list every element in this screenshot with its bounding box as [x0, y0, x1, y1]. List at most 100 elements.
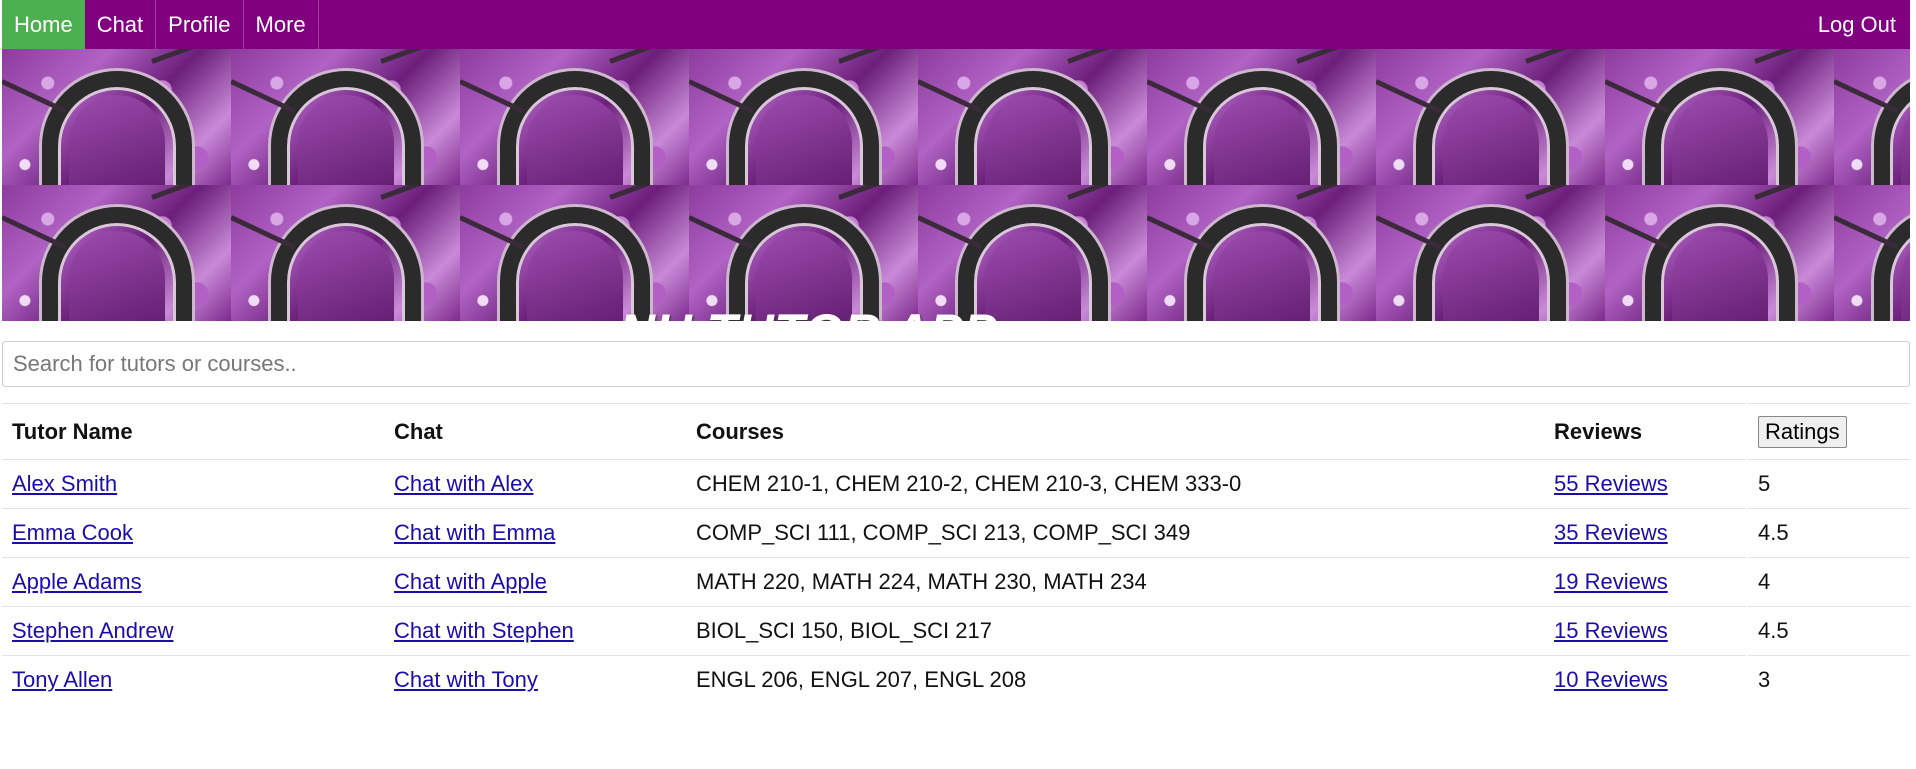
table-cell: Chat with Emma [384, 508, 686, 558]
table-cell: Chat with Apple [384, 557, 686, 607]
reviews-link[interactable]: 15 Reviews [1554, 618, 1668, 643]
table-cell: Emma Cook [2, 508, 384, 558]
tree-branch [1834, 79, 1899, 114]
tree-branch [1296, 49, 1374, 64]
chat-link[interactable]: Chat with Emma [394, 520, 555, 545]
table-cell: 4 [1746, 557, 1910, 607]
chat-link[interactable]: Chat with Stephen [394, 618, 574, 643]
tree-branch [1376, 79, 1441, 114]
tree-branch [1834, 215, 1899, 250]
table-cell: 5 [1746, 459, 1910, 509]
tree-branch [1067, 185, 1145, 200]
courses-text: BIOL_SCI 150, BIOL_SCI 217 [696, 618, 992, 643]
tutor-name-link[interactable]: Stephen Andrew [12, 618, 173, 643]
tree-branch [689, 79, 754, 114]
chat-link[interactable]: Chat with Alex [394, 471, 533, 496]
tree-branch [2, 215, 67, 250]
banner-tile [460, 49, 689, 185]
gate-arch-icon [499, 71, 650, 185]
banner-tile [460, 185, 689, 321]
tutor-name-link[interactable]: Emma Cook [12, 520, 133, 545]
rating-value: 4 [1758, 569, 1771, 594]
banner-tile [918, 185, 1147, 321]
nav-more[interactable]: More [244, 0, 319, 49]
table-cell: 10 Reviews [1544, 655, 1747, 705]
table-cell: 4.5 [1746, 508, 1910, 558]
tree-branch [1147, 215, 1212, 250]
tree-branch [609, 49, 687, 64]
tree-branch [838, 49, 916, 64]
tree-branch [838, 185, 916, 200]
table-cell: Apple Adams [2, 557, 384, 607]
header-reviews: Reviews [1544, 403, 1747, 460]
banner-tile [918, 49, 1147, 185]
nav-logout[interactable]: Log Out [1806, 0, 1910, 49]
courses-text: COMP_SCI 111, COMP_SCI 213, COMP_SCI 349 [696, 520, 1191, 545]
table-cell: 4.5 [1746, 606, 1910, 656]
tree-branch [1754, 49, 1832, 64]
banner-tile [231, 185, 460, 321]
reviews-link[interactable]: 10 Reviews [1554, 667, 1668, 692]
chat-link[interactable]: Chat with Tony [394, 667, 538, 692]
rating-value: 5 [1758, 471, 1771, 496]
gate-arch-icon [41, 71, 192, 185]
banner-tile [2, 49, 231, 185]
banner-tile-row [2, 185, 1910, 321]
nav-chat[interactable]: Chat [85, 0, 157, 49]
table-cell: Chat with Tony [384, 655, 686, 705]
courses-text: CHEM 210-1, CHEM 210-2, CHEM 210-3, CHEM… [696, 471, 1242, 496]
tree-branch [380, 49, 458, 64]
gate-arch-icon [1415, 207, 1566, 321]
table-cell: 55 Reviews [1544, 459, 1747, 509]
top-navbar: Home Chat Profile More Log Out [2, 0, 1910, 49]
tutor-table: Tutor Name Chat Courses Reviews Ratings … [2, 403, 1910, 705]
search-input[interactable] [2, 341, 1910, 387]
rating-value: 4.5 [1758, 520, 1789, 545]
reviews-link[interactable]: 35 Reviews [1554, 520, 1668, 545]
tutor-name-link[interactable]: Alex Smith [12, 471, 117, 496]
tree-branch [231, 79, 296, 114]
tree-branch [1147, 79, 1212, 114]
banner-tile [1376, 185, 1605, 321]
table-row: Apple Adams Chat with Apple MATH 220, MATH… [2, 557, 1910, 607]
banner-tile [1605, 185, 1834, 321]
gate-arch-icon [1186, 207, 1337, 321]
nav-home[interactable]: Home [2, 0, 85, 49]
gate-arch-icon [270, 207, 421, 321]
tree-branch [460, 79, 525, 114]
gate-arch-icon [1186, 71, 1337, 185]
gate-arch-icon [728, 71, 879, 185]
table-cell: Stephen Andrew [2, 606, 384, 656]
table-cell: CHEM 210-1, CHEM 210-2, CHEM 210-3, CHEM… [686, 459, 1544, 509]
tree-branch [609, 185, 687, 200]
ratings-sort-button[interactable]: Ratings [1758, 415, 1847, 448]
reviews-link[interactable]: 19 Reviews [1554, 569, 1668, 594]
table-cell: 19 Reviews [1544, 557, 1747, 607]
tree-branch [1525, 185, 1603, 200]
chat-link[interactable]: Chat with Apple [394, 569, 547, 594]
table-cell: BIOL_SCI 150, BIOL_SCI 217 [686, 606, 1544, 656]
gate-arch-icon [41, 207, 192, 321]
courses-text: ENGL 206, ENGL 207, ENGL 208 [696, 667, 1027, 693]
banner-tile [689, 49, 918, 185]
banner-tile [1834, 185, 1910, 321]
banner-tile [689, 185, 918, 321]
header-ratings: Ratings [1746, 403, 1910, 460]
banner-image: NU TUTOR APP [2, 49, 1910, 321]
reviews-link[interactable]: 55 Reviews [1554, 471, 1668, 496]
tree-branch [918, 79, 983, 114]
table-row: Emma Cook Chat with Emma COMP_SCI 111, COM… [2, 508, 1910, 558]
banner-tile [2, 185, 231, 321]
table-cell: Tony Allen [2, 655, 384, 705]
gate-arch-icon [1873, 71, 1910, 185]
tutor-name-link[interactable]: Tony Allen [12, 667, 112, 692]
table-header-row: Tutor Name Chat Courses Reviews Ratings [2, 403, 1910, 460]
table-cell: MATH 220, MATH 224, MATH 230, MATH 234 [686, 557, 1544, 607]
table-row: Stephen Andrew Chat with Stephen BIOL_SCI … [2, 606, 1910, 656]
tree-branch [918, 215, 983, 250]
nav-profile[interactable]: Profile [156, 0, 244, 49]
tutor-name-link[interactable]: Apple Adams [12, 569, 142, 594]
table-cell: 15 Reviews [1544, 606, 1747, 656]
table-cell: Alex Smith [2, 459, 384, 509]
